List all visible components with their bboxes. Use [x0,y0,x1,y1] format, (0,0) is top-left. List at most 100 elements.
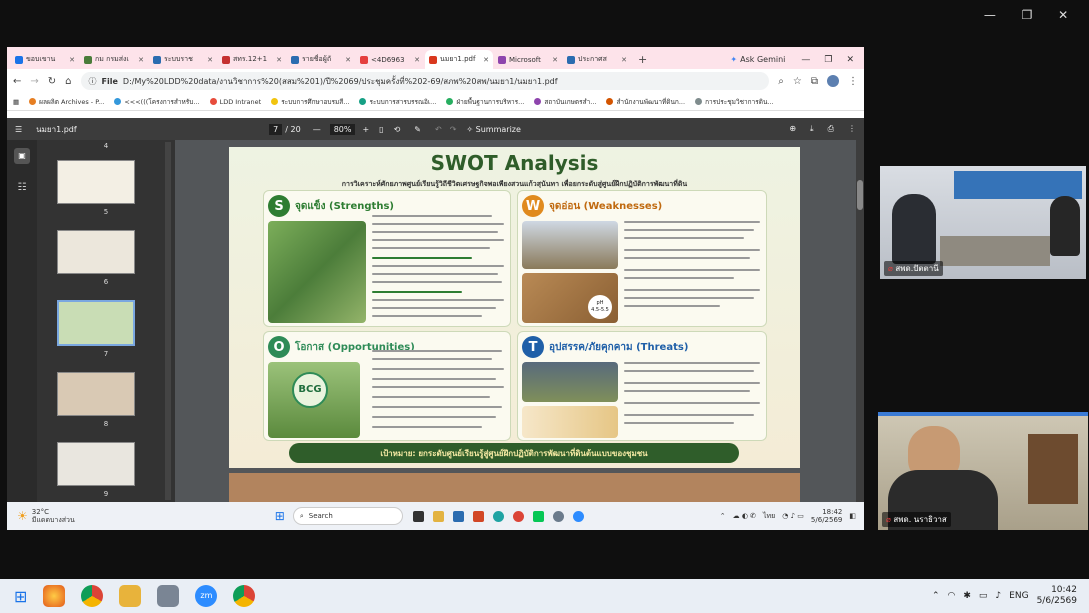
browser-tab[interactable]: ประกาศส ✕ [563,50,631,69]
volume-icon[interactable]: ♪ [995,591,1001,601]
extensions-icon[interactable]: ⧉ [811,76,818,87]
close-icon[interactable]: ✕ [483,56,489,64]
close-icon[interactable]: ✕ [276,56,282,64]
clock[interactable]: 18:42 5/6/2569 [811,508,842,524]
chevron-up-icon[interactable]: ⌃ [720,512,726,520]
summarize-button[interactable]: ✧ Summarize [466,125,521,134]
back-icon[interactable]: ← [13,76,21,87]
edge-icon[interactable] [492,510,504,522]
page-thumbnail[interactable] [57,372,135,416]
battery-icon[interactable]: ▭ [979,591,988,601]
menu-icon[interactable]: ⋮ [848,76,858,87]
task-view-icon[interactable] [412,510,424,522]
bookmark-item[interactable]: สำนักงานพัฒนาที่ดินก... [606,97,685,107]
bookmark-item[interactable]: การประชุมวิชาการดิน... [695,97,774,107]
draw-icon[interactable]: ✎ [414,125,421,134]
page-thumbnail-selected[interactable] [57,300,135,346]
thumbnails-icon[interactable]: ▣ [14,148,30,164]
thumb-scrollbar[interactable] [165,142,171,500]
close-icon[interactable]: ✕ [345,56,351,64]
taskbar-search[interactable]: ⌕ Search [292,507,403,525]
file-explorer-icon[interactable] [119,585,142,607]
new-tab-button[interactable]: + [632,50,653,69]
page-thumbnail[interactable] [57,230,135,274]
bookmark-item[interactable]: ระบบการสารบรรณอิเ... [359,97,436,107]
bluetooth-icon[interactable]: ✱ [963,591,971,601]
page-number-input[interactable]: 7 [269,123,283,135]
close-icon[interactable]: ✕ [69,56,75,64]
weather-widget[interactable]: 32°C มีแดดบางส่วน [32,508,75,524]
restore-icon[interactable]: ❐ [824,55,832,65]
firefox-icon[interactable] [43,585,66,607]
scrollbar-thumb[interactable] [857,180,863,210]
participant-video[interactable]: ⌀ สพด. นราธิวาส [878,412,1088,530]
browser-tab[interactable]: ระบบราช ✕ [149,50,217,69]
restore-icon[interactable]: ❐ [1022,8,1033,26]
ask-gemini-button[interactable]: ✦ Ask Gemini [724,50,791,69]
redo-icon[interactable]: ↷ [450,125,457,134]
browser-tab[interactable]: รายชื่อผู้ถั ✕ [287,50,355,69]
zoom-out-icon[interactable]: — [313,125,321,134]
network-icon[interactable]: ◔ ♪ ▭ [782,512,804,520]
bookmark-item[interactable]: ฝ่ายพื้นฐานการบริหาร... [446,97,524,107]
windows-start-icon[interactable]: ⊞ [275,509,285,523]
print-icon[interactable]: ⎙ [828,124,834,134]
zoom-icon[interactable]: ⌕ [778,76,784,87]
close-icon[interactable]: ✕ [138,56,144,64]
download-icon[interactable]: ⤓ [810,124,814,134]
apps-icon[interactable]: ▦ [13,98,19,106]
rotate-icon[interactable]: ⟲ [394,125,401,134]
zoom-app-icon[interactable] [572,510,584,522]
bookmark-item[interactable]: LDD Intranet [209,98,261,106]
more-icon[interactable]: ⋮ [848,124,856,134]
sidebar-menu-icon[interactable]: ☰ [15,125,22,134]
close-icon[interactable]: ✕ [207,56,213,64]
windows-start-icon[interactable]: ⊞ [14,587,27,606]
browser-tab[interactable]: สทร.12+1 ✕ [218,50,286,69]
network-app-icon[interactable] [157,585,180,607]
close-icon[interactable]: ✕ [621,56,627,64]
system-clock[interactable]: 10:42 5/6/2569 [1037,585,1077,607]
line-icon[interactable] [532,510,544,522]
browser-tab[interactable]: ขอบเขาน ✕ [11,50,79,69]
wifi-icon[interactable]: ◠ [948,591,956,601]
viewer-scrollbar[interactable] [856,140,864,502]
zoom-in-icon[interactable]: + [362,125,369,134]
language-indicator[interactable]: ENG [1009,591,1028,601]
reload-icon[interactable]: ↻ [48,76,56,87]
bookmark-item[interactable]: ผลผลิต Archives - P... [29,97,104,107]
close-icon[interactable]: ✕ [552,56,558,64]
office-icon[interactable] [472,510,484,522]
profile-avatar[interactable] [827,75,839,87]
close-icon[interactable]: ✕ [414,56,420,64]
chrome-icon[interactable] [512,510,524,522]
zoom-level-input[interactable]: 80% [329,123,356,135]
fit-page-icon[interactable]: ▯ [379,125,383,134]
home-icon[interactable]: ⌂ [65,76,71,87]
bookmark-star-icon[interactable]: ☆ [793,76,802,87]
undo-icon[interactable]: ↶ [435,125,442,134]
forward-icon[interactable]: → [30,76,38,87]
chevron-up-icon[interactable]: ⌃ [932,591,940,601]
chrome-alt-icon[interactable] [233,585,256,607]
browser-tab[interactable]: <4D6963 ✕ [356,50,424,69]
language-indicator[interactable]: ไทย [763,511,775,522]
settings-icon[interactable] [552,510,564,522]
close-icon[interactable]: ✕ [846,55,854,65]
notification-icon[interactable]: ◧ [849,512,856,520]
add-note-icon[interactable]: ⊕ [789,124,796,134]
tray-icons[interactable]: ☁ ◐ ✆ [733,512,756,520]
zoom-app-icon[interactable]: zm [195,585,218,607]
calculator-icon[interactable] [452,510,464,522]
file-explorer-icon[interactable] [432,510,444,522]
page-thumbnail[interactable] [57,442,135,486]
bookmark-item[interactable]: สถาบันเกษตรสำ... [534,97,596,107]
participant-video[interactable]: ⌀ สพด.ปัตตานี [880,166,1086,279]
browser-tab[interactable]: กม กรมส่งเ ✕ [80,50,148,69]
browser-tab[interactable]: Microsoft ✕ [494,50,562,69]
minimize-icon[interactable]: — [984,8,996,26]
bookmark-item[interactable]: ระบบการศึกษาอบรมสี... [271,97,349,107]
url-field[interactable]: ⓘ File D:/My%20LDD%20data/งานวิชาการ%20(… [80,72,770,90]
bookmark-item[interactable]: <<<(((โครงการสำหรับ... [114,97,200,107]
outline-icon[interactable]: ☷ [14,182,30,198]
